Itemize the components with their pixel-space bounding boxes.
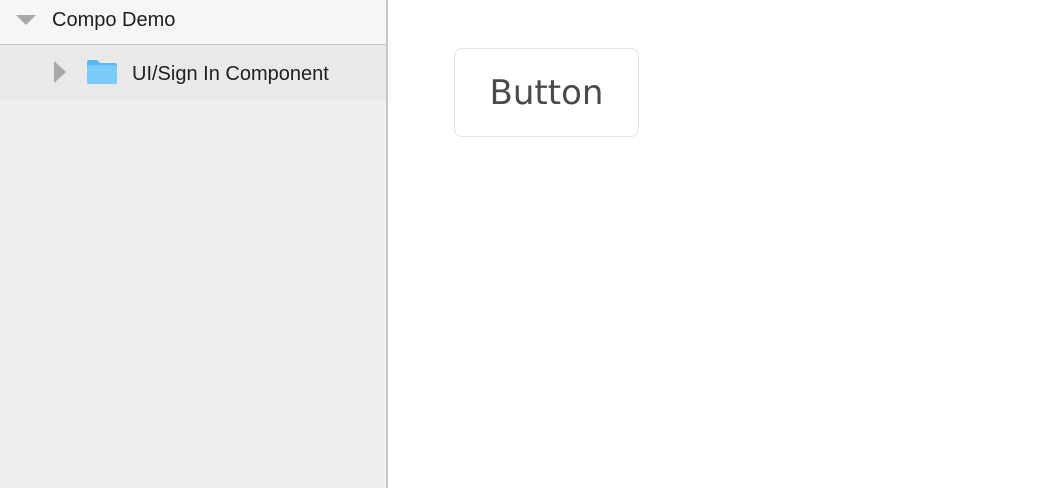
folder-icon	[86, 59, 118, 85]
demo-button[interactable]: Button	[454, 48, 639, 137]
tree-root-label: Compo Demo	[52, 9, 176, 31]
tree-item-label: UI/Sign In Component	[132, 63, 329, 85]
app-window: Compo Demo UI/Sign In Component Button	[0, 0, 1052, 488]
tree-item-ui-sign-in-component[interactable]: UI/Sign In Component	[0, 45, 386, 100]
disclosure-triangle-right-icon[interactable]	[54, 61, 66, 83]
tree-root-compo-demo[interactable]: Compo Demo	[0, 0, 386, 45]
disclosure-triangle-down-icon[interactable]	[16, 15, 36, 25]
sidebar: Compo Demo UI/Sign In Component	[0, 0, 388, 488]
preview-canvas: Button	[390, 0, 1052, 488]
